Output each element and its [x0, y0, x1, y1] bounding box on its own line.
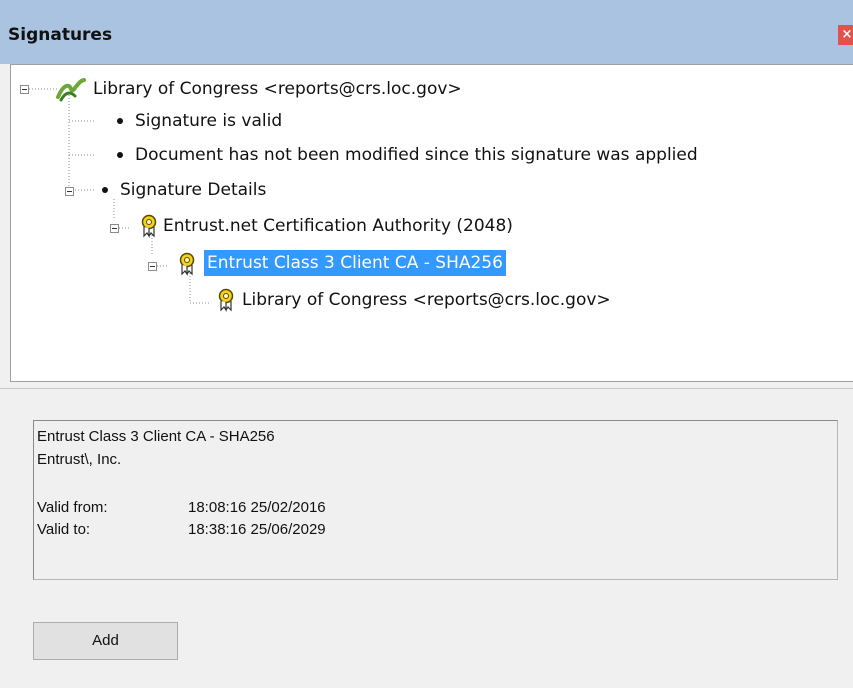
signature-tree[interactable]: Library of Congress <reports@crs.loc.gov… — [10, 64, 853, 382]
tree-root-label[interactable]: Library of Congress <reports@crs.loc.gov… — [93, 76, 462, 102]
tree-item-signature-details[interactable]: Signature Details — [120, 177, 266, 203]
bullet-icon — [117, 118, 123, 124]
signature-pen-icon — [55, 77, 87, 107]
tree-item-loc-cert[interactable]: Library of Congress <reports@crs.loc.gov… — [242, 287, 611, 313]
tree-item-not-modified[interactable]: Document has not been modified since thi… — [135, 142, 698, 168]
pane-divider[interactable] — [0, 388, 853, 389]
close-button[interactable]: × — [838, 25, 853, 45]
certificate-icon — [177, 252, 197, 280]
tree-item-entrust-class3-selected[interactable]: Entrust Class 3 Client CA - SHA256 — [204, 250, 506, 276]
root-expander[interactable] — [20, 85, 29, 94]
cert-intermediate-expander[interactable] — [148, 262, 157, 271]
cert-root-expander[interactable] — [110, 224, 119, 233]
details-organization: Entrust\, Inc. — [37, 451, 122, 468]
valid-to-label: Valid to: — [37, 521, 91, 538]
title-bar: Signatures × — [0, 0, 853, 64]
tree-item-entrust-root[interactable]: Entrust.net Certification Authority (204… — [163, 213, 513, 239]
valid-from-value: 18:08:16 25/02/2016 — [188, 499, 326, 516]
certificate-icon — [139, 214, 159, 242]
add-button[interactable]: Add — [33, 622, 178, 660]
valid-to-value: 18:38:16 25/06/2029 — [188, 521, 326, 538]
valid-from-label: Valid from: — [37, 499, 108, 516]
signature-details-expander[interactable] — [65, 187, 74, 196]
certificate-icon — [216, 288, 236, 316]
bullet-icon — [102, 187, 108, 193]
certificate-details-box: Entrust Class 3 Client CA - SHA256 Entru… — [33, 420, 838, 580]
details-subject: Entrust Class 3 Client CA - SHA256 — [37, 428, 275, 445]
tree-item-signature-valid[interactable]: Signature is valid — [135, 108, 282, 134]
bullet-icon — [117, 152, 123, 158]
window-title: Signatures — [8, 25, 113, 45]
